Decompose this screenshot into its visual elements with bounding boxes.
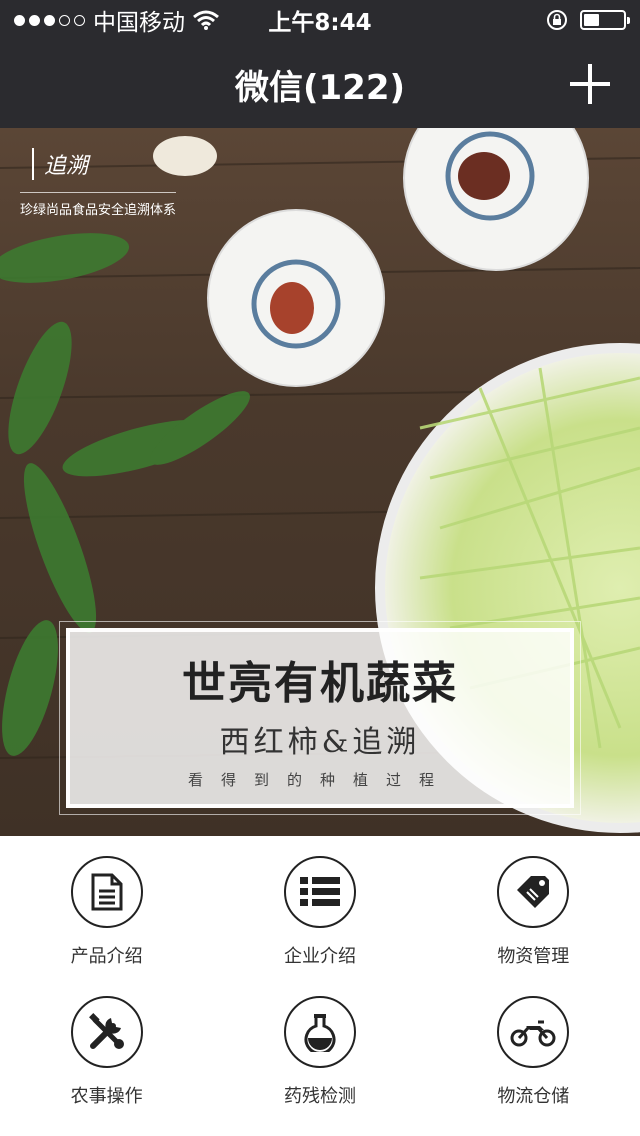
battery-level — [584, 14, 600, 26]
signal-dot — [59, 14, 70, 26]
banner-card: 世亮有机蔬菜 西红柿&追溯 看得到的种植过程 — [59, 621, 581, 815]
menu-item-farming[interactable]: 农事操作 — [0, 996, 213, 1136]
menu-label: 物资管理 — [497, 946, 570, 967]
menu-label: 物流仓储 — [497, 1086, 570, 1107]
tools-icon — [70, 996, 143, 1068]
signal-dot — [29, 14, 40, 26]
page-title: 微信(122) — [234, 67, 406, 108]
add-icon[interactable] — [570, 64, 610, 104]
flask-icon — [283, 996, 356, 1068]
status-bar: 中国移动 上午8:44 — [0, 0, 640, 40]
card-tagline: 看得到的种植过程 — [187, 770, 452, 789]
tag-icon — [497, 856, 570, 928]
menu-item-logistics[interactable]: 物流仓储 — [427, 996, 640, 1136]
rotation-lock-icon — [546, 9, 568, 31]
brand-mark: 追溯 珍绿尚品食品安全追溯体系 — [20, 148, 177, 218]
signal-strength — [14, 14, 85, 26]
signal-dot — [14, 14, 25, 26]
motorcycle-icon — [497, 996, 570, 1068]
menu-label: 产品介绍 — [70, 946, 143, 967]
brand-title: 追溯 — [32, 148, 176, 180]
card-title: 世亮有机蔬菜 — [182, 657, 458, 709]
hero-banner: 追溯 珍绿尚品食品安全追溯体系 世亮有机蔬菜 西红柿&追溯 看得到的种植过程 — [0, 128, 640, 836]
nav-bar: 微信(122) — [0, 40, 640, 128]
menu-grid: 产品介绍 企业介绍 物资管理 农事操作 药残检测 物流仓储 — [0, 836, 640, 1136]
list-icon — [283, 856, 356, 928]
status-left: 中国移动 — [14, 3, 219, 37]
wifi-icon — [193, 10, 219, 30]
menu-label: 企业介绍 — [283, 946, 356, 967]
card-subtitle: 西红柿&追溯 — [219, 724, 421, 760]
signal-dot — [74, 14, 85, 26]
menu-label: 药残检测 — [283, 1086, 356, 1107]
carrier-name: 中国移动 — [93, 10, 185, 36]
status-right — [546, 9, 630, 31]
menu-item-residue-test[interactable]: 药残检测 — [213, 996, 426, 1136]
brand-subtitle: 珍绿尚品食品安全追溯体系 — [20, 192, 177, 218]
menu-label: 农事操作 — [70, 1086, 143, 1107]
menu-item-materials[interactable]: 物资管理 — [427, 856, 640, 996]
document-icon — [70, 856, 143, 928]
signal-dot — [44, 14, 55, 26]
menu-item-company[interactable]: 企业介绍 — [213, 856, 426, 996]
menu-item-product[interactable]: 产品介绍 — [0, 856, 213, 996]
battery-icon — [580, 10, 630, 30]
